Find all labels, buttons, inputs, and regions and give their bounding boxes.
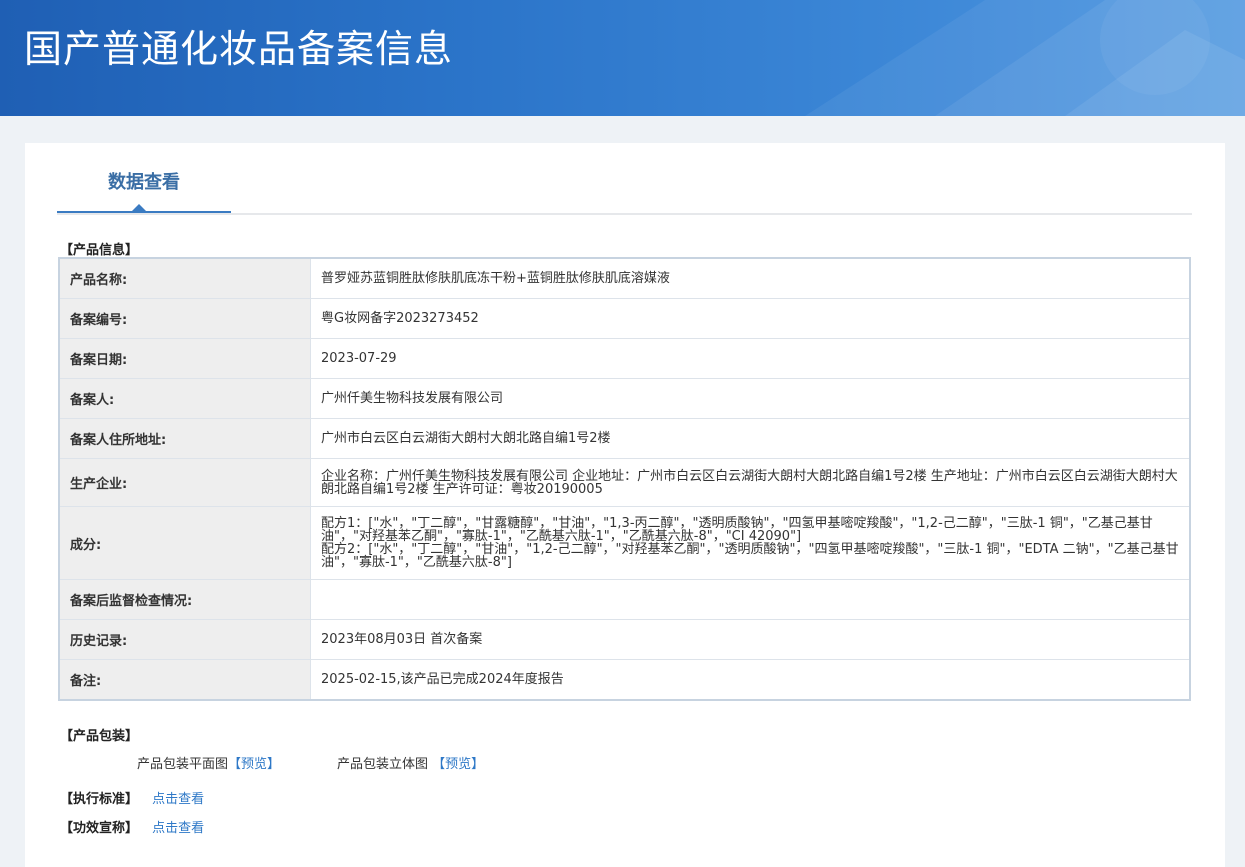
row-key-remarks: 备注: [58, 659, 311, 701]
row-key-history: 历史记录: [58, 619, 311, 660]
ingredients-formula-2: 配方2：["水"，"丁二醇"，"甘油"，"1,2-己二醇"，"对羟基苯乙酮"，"… [321, 542, 1179, 570]
table-row: 备注: 2025-02-15,该产品已完成2024年度报告 [58, 659, 1191, 701]
table-row: 备案后监督检查情况: [58, 579, 1191, 620]
row-key-ingredients: 成分: [58, 506, 311, 580]
table-row: 生产企业: 企业名称：广州仟美生物科技发展有限公司 企业地址：广州市白云区白云湖… [58, 458, 1191, 507]
table-row: 产品名称: 普罗娅苏蓝铜胜肽修肤肌底冻干粉+蓝铜胜肽修肤肌底溶媒液 [58, 257, 1191, 299]
row-key-manufacturer: 生产企业: [58, 458, 311, 507]
row-value-record-date: 2023-07-29 [310, 338, 1191, 379]
row-value-registrant: 广州仟美生物科技发展有限公司 [310, 378, 1191, 419]
standard-row: 【执行标准】 点击查看 [60, 788, 204, 807]
table-row: 备案人住所地址: 广州市白云区白云湖街大朗村大朗北路自编1号2楼 [58, 418, 1191, 459]
banner-decoration [805, 0, 1245, 116]
table-row: 成分: 配方1：["水"，"丁二醇"，"甘露糖醇"，"甘油"，"1,3-丙二醇"… [58, 506, 1191, 580]
packaging-flat-label: 产品包装平面图 [137, 757, 229, 772]
packaging-solid-label: 产品包装立体图 [337, 757, 429, 772]
active-tab-indicator [57, 211, 231, 213]
page-title: 国产普通化妆品备案信息 [24, 27, 454, 71]
table-row: 备案日期: 2023-07-29 [58, 338, 1191, 379]
row-value-remarks: 2025-02-15,该产品已完成2024年度报告 [310, 659, 1191, 701]
table-row: 历史记录: 2023年08月03日 首次备案 [58, 619, 1191, 660]
packaging-title: 【产品包装】 [60, 729, 139, 744]
table-row: 备案人: 广州仟美生物科技发展有限公司 [58, 378, 1191, 419]
row-value-registrant-address: 广州市白云区白云湖街大朗村大朗北路自编1号2楼 [310, 418, 1191, 459]
row-value-product-name: 普罗娅苏蓝铜胜肽修肤肌底冻干粉+蓝铜胜肽修肤肌底溶媒液 [310, 257, 1191, 299]
row-key-registrant: 备案人: [58, 378, 311, 419]
tab-bar: 数据查看 [57, 143, 1192, 215]
row-value-ingredients: 配方1：["水"，"丁二醇"，"甘露糖醇"，"甘油"，"1,3-丙二醇"，"透明… [310, 506, 1191, 580]
efficacy-row: 【功效宣称】 点击查看 [60, 817, 204, 836]
standard-label: 【执行标准】 [60, 792, 139, 807]
header-banner: 国产普通化妆品备案信息 [0, 0, 1245, 116]
packaging-solid: 产品包装立体图 【预览】 [337, 753, 484, 772]
efficacy-label: 【功效宣称】 [60, 821, 139, 836]
row-key-record-number: 备案编号: [58, 298, 311, 339]
content-card: 数据查看 【产品信息】 产品名称: 普罗娅苏蓝铜胜肽修肤肌底冻干粉+蓝铜胜肽修肤… [25, 143, 1225, 867]
row-value-history: 2023年08月03日 首次备案 [310, 619, 1191, 660]
row-value-manufacturer: 企业名称：广州仟美生物科技发展有限公司 企业地址：广州市白云区白云湖街大朗村大朗… [310, 458, 1191, 507]
ingredients-formula-1: 配方1：["水"，"丁二醇"，"甘露糖醇"，"甘油"，"1,3-丙二醇"，"透明… [321, 516, 1153, 544]
row-key-inspection: 备案后监督检查情况: [58, 579, 311, 620]
row-key-product-name: 产品名称: [58, 257, 311, 299]
active-tab-caret [132, 204, 146, 211]
row-key-registrant-address: 备案人住所地址: [58, 418, 311, 459]
packaging-solid-preview-link[interactable]: 【预览】 [432, 757, 484, 772]
packaging-flat-preview-link[interactable]: 【预览】 [228, 757, 280, 772]
standard-view-link[interactable]: 点击查看 [152, 792, 204, 807]
tab-data-view[interactable]: 数据查看 [57, 143, 231, 213]
row-value-record-number: 粤G妆网备字2023273452 [310, 298, 1191, 339]
table-row: 备案编号: 粤G妆网备字2023273452 [58, 298, 1191, 339]
packaging-flat: 产品包装平面图【预览】 [137, 753, 280, 772]
product-info-title: 【产品信息】 [60, 243, 139, 258]
product-info-table: 产品名称: 普罗娅苏蓝铜胜肽修肤肌底冻干粉+蓝铜胜肽修肤肌底溶媒液 备案编号: … [58, 257, 1191, 701]
row-value-inspection [310, 579, 1191, 620]
row-key-record-date: 备案日期: [58, 338, 311, 379]
efficacy-view-link[interactable]: 点击查看 [152, 821, 204, 836]
